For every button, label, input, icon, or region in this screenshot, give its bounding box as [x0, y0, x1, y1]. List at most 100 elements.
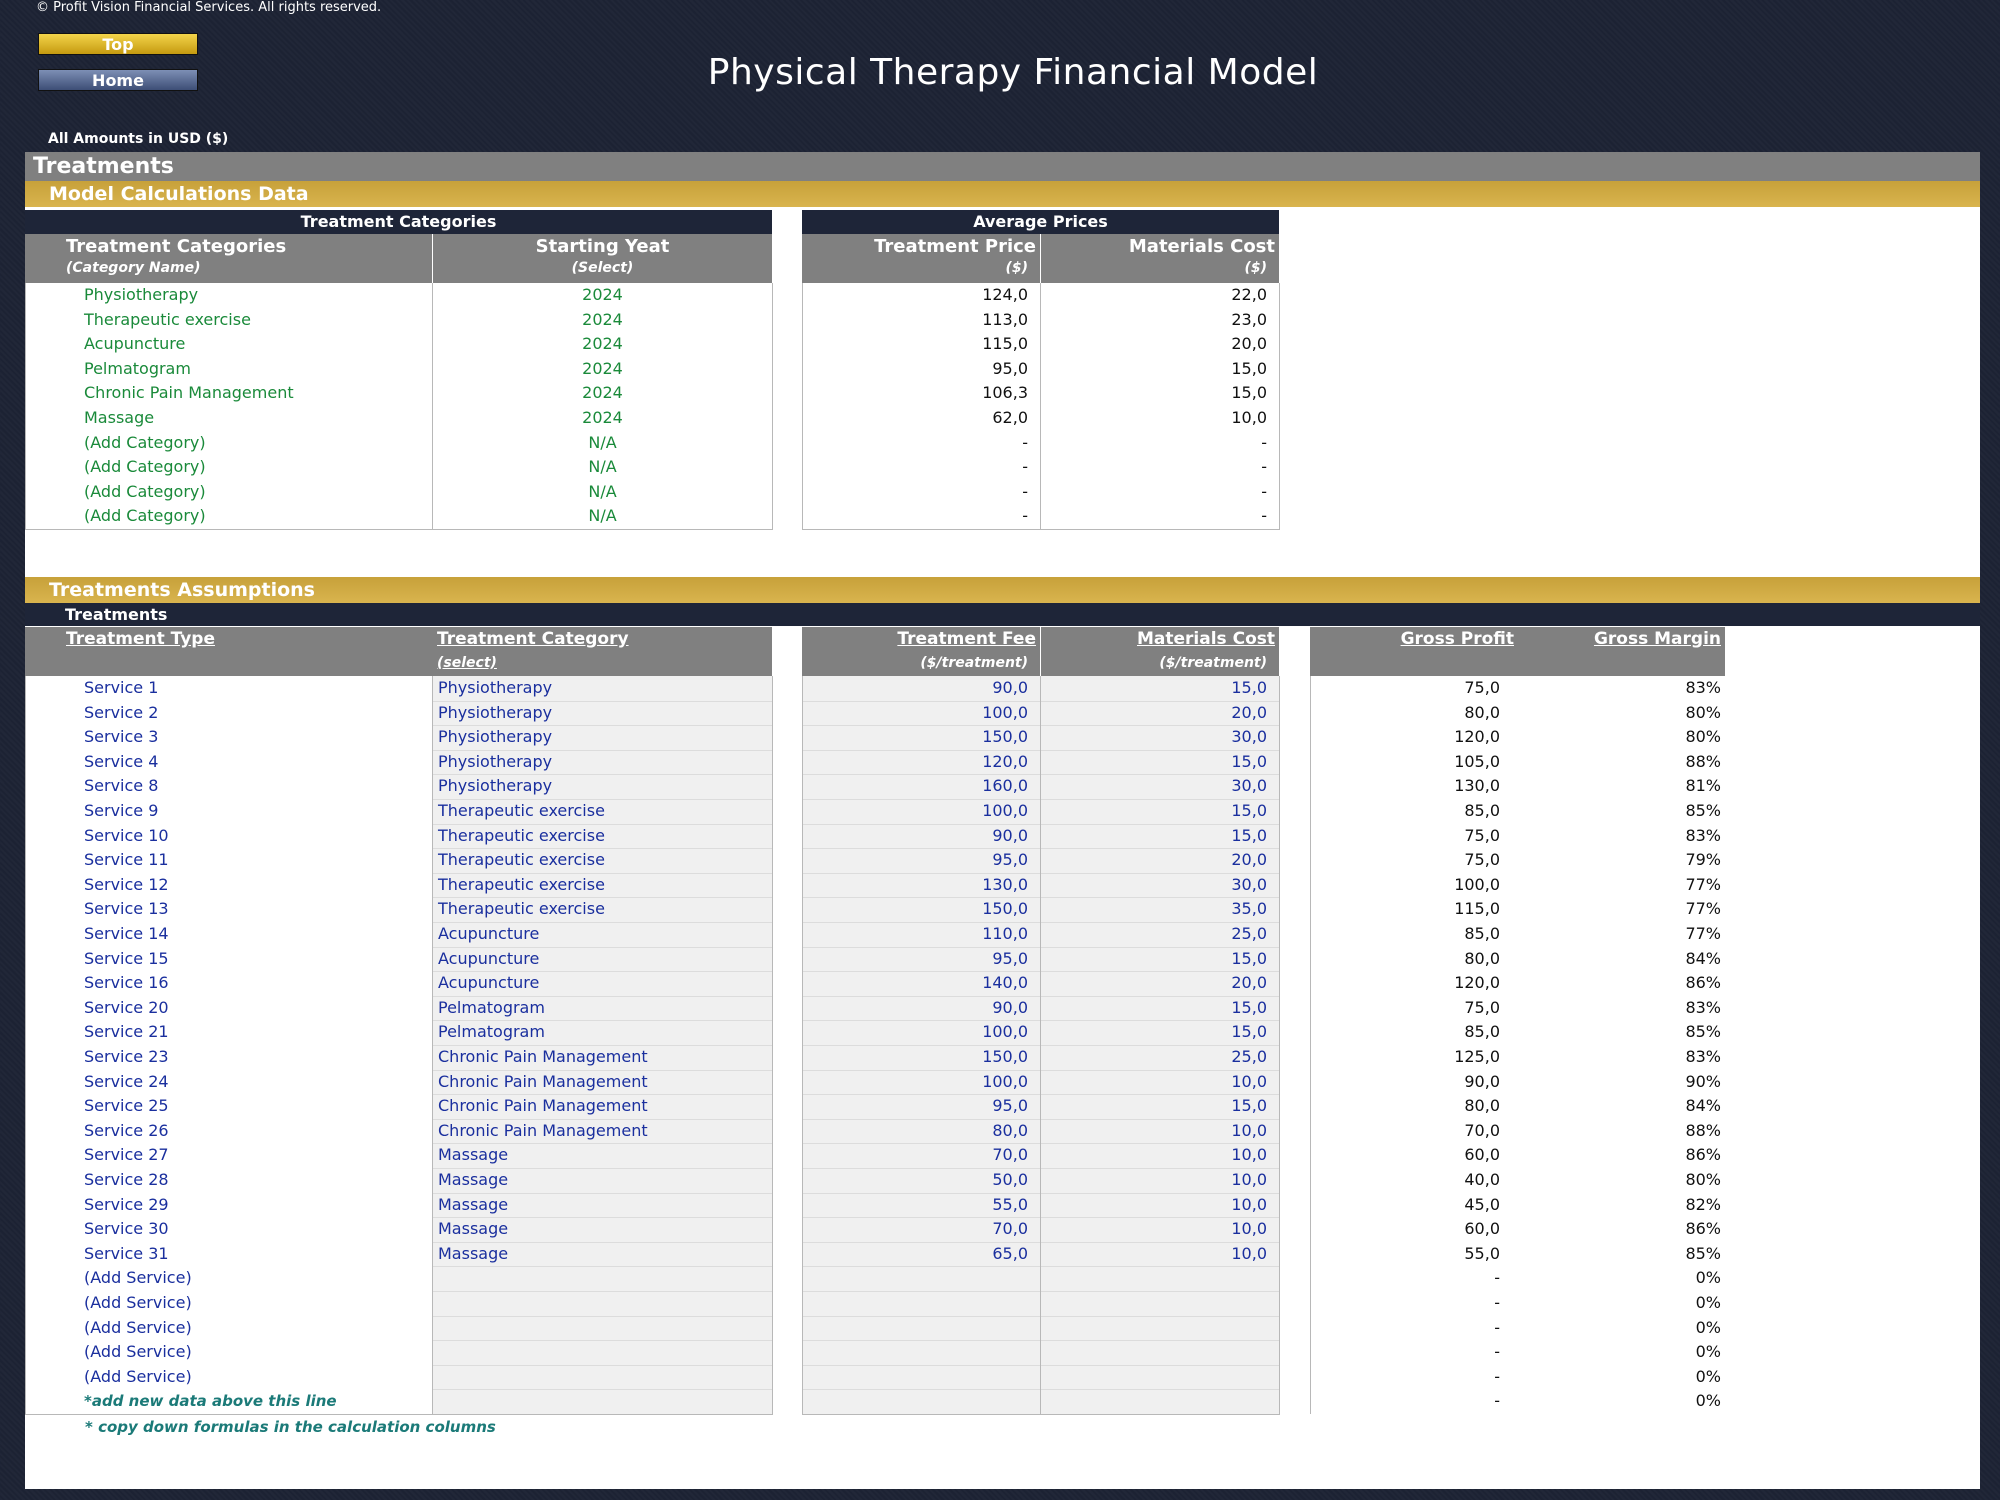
treatment-type-cell[interactable]: Service 24 — [25, 1070, 432, 1095]
treatment-type-cell[interactable]: Service 1 — [25, 676, 432, 701]
treatment-category-cell[interactable]: Physiotherapy — [437, 725, 772, 750]
treatment-type-cell[interactable]: Service 16 — [25, 971, 432, 996]
treatment-category-cell[interactable]: Therapeutic exercise — [437, 799, 772, 824]
treatment-category-cell[interactable]: Massage — [437, 1168, 772, 1193]
starting-year-cell[interactable]: N/A — [433, 480, 772, 505]
treatment-fee-cell[interactable] — [802, 1340, 1040, 1365]
treatment-type-cell[interactable]: Service 14 — [25, 922, 432, 947]
materials-cost-input-cell[interactable] — [1041, 1266, 1279, 1291]
starting-year-cell[interactable]: 2024 — [433, 406, 772, 431]
treatment-type-cell[interactable]: Service 15 — [25, 947, 432, 972]
materials-cost-input-cell[interactable] — [1041, 1365, 1279, 1390]
materials-cost-input-cell[interactable]: 30,0 — [1041, 725, 1279, 750]
treatment-category-cell[interactable]: Acupuncture — [437, 947, 772, 972]
treatment-type-cell[interactable]: Service 30 — [25, 1217, 432, 1242]
treatment-fee-cell[interactable]: 95,0 — [802, 1094, 1040, 1119]
materials-cost-input-cell[interactable] — [1041, 1316, 1279, 1341]
materials-cost-input-cell[interactable]: 20,0 — [1041, 848, 1279, 873]
treatment-type-cell[interactable]: (Add Service) — [25, 1365, 432, 1390]
treatment-category-cell[interactable]: Chronic Pain Management — [437, 1045, 772, 1070]
materials-cost-input-cell[interactable]: 15,0 — [1041, 1020, 1279, 1045]
treatment-category-cell[interactable] — [437, 1340, 772, 1365]
treatment-fee-cell[interactable] — [802, 1266, 1040, 1291]
starting-year-cell[interactable]: N/A — [433, 455, 772, 480]
materials-cost-input-cell[interactable]: 25,0 — [1041, 922, 1279, 947]
treatment-type-cell[interactable]: Service 13 — [25, 897, 432, 922]
treatment-fee-cell[interactable]: 100,0 — [802, 1070, 1040, 1095]
treatment-fee-cell[interactable] — [802, 1365, 1040, 1390]
treatment-type-cell[interactable]: Service 9 — [25, 799, 432, 824]
treatment-fee-cell[interactable] — [802, 1291, 1040, 1316]
treatment-category-cell[interactable]: Chronic Pain Management — [437, 1094, 772, 1119]
treatment-category-cell[interactable]: Physiotherapy — [437, 676, 772, 701]
treatment-type-cell[interactable]: Service 8 — [25, 774, 432, 799]
materials-cost-input-cell[interactable]: 20,0 — [1041, 971, 1279, 996]
treatment-type-cell[interactable]: Service 12 — [25, 873, 432, 898]
materials-cost-input-cell[interactable]: 30,0 — [1041, 774, 1279, 799]
treatment-category-cell[interactable] — [437, 1266, 772, 1291]
starting-year-cell[interactable]: N/A — [433, 504, 772, 529]
treatment-fee-cell[interactable]: 160,0 — [802, 774, 1040, 799]
treatment-category-cell[interactable] — [437, 1316, 772, 1341]
treatment-fee-cell[interactable]: 95,0 — [802, 947, 1040, 972]
treatment-fee-cell[interactable]: 90,0 — [802, 996, 1040, 1021]
treatment-type-cell[interactable]: Service 27 — [25, 1143, 432, 1168]
treatment-category-cell[interactable]: Massage — [437, 1217, 772, 1242]
treatment-fee-cell[interactable]: 100,0 — [802, 1020, 1040, 1045]
treatment-category-cell[interactable]: Acupuncture — [437, 922, 772, 947]
starting-year-cell[interactable]: 2024 — [433, 332, 772, 357]
materials-cost-input-cell[interactable]: 15,0 — [1041, 824, 1279, 849]
materials-cost-input-cell[interactable]: 10,0 — [1041, 1193, 1279, 1218]
treatment-category-cell[interactable]: Physiotherapy — [437, 750, 772, 775]
treatment-type-cell[interactable]: Service 21 — [25, 1020, 432, 1045]
treatment-fee-cell[interactable]: 130,0 — [802, 873, 1040, 898]
treatment-category-cell[interactable]: Pelmatogram — [437, 1020, 772, 1045]
materials-cost-input-cell[interactable]: 20,0 — [1041, 701, 1279, 726]
treatment-type-cell[interactable]: Service 25 — [25, 1094, 432, 1119]
treatment-fee-cell[interactable]: 65,0 — [802, 1242, 1040, 1267]
treatment-type-cell[interactable]: Service 26 — [25, 1119, 432, 1144]
treatment-type-cell[interactable]: Service 23 — [25, 1045, 432, 1070]
category-name-cell[interactable]: Physiotherapy — [25, 283, 432, 308]
materials-cost-input-cell[interactable]: 10,0 — [1041, 1143, 1279, 1168]
treatment-fee-cell[interactable]: 150,0 — [802, 725, 1040, 750]
treatment-fee-cell[interactable]: 80,0 — [802, 1119, 1040, 1144]
category-name-cell[interactable]: Pelmatogram — [25, 357, 432, 382]
treatment-fee-cell[interactable] — [802, 1316, 1040, 1341]
category-name-cell[interactable]: Therapeutic exercise — [25, 308, 432, 333]
treatment-category-cell[interactable]: Physiotherapy — [437, 774, 772, 799]
treatment-category-cell[interactable]: Therapeutic exercise — [437, 824, 772, 849]
treatment-category-cell[interactable]: Acupuncture — [437, 971, 772, 996]
treatment-category-cell[interactable] — [437, 1291, 772, 1316]
starting-year-cell[interactable]: 2024 — [433, 381, 772, 406]
materials-cost-input-cell[interactable] — [1041, 1340, 1279, 1365]
treatment-category-cell[interactable]: Therapeutic exercise — [437, 873, 772, 898]
materials-cost-input-cell[interactable]: 15,0 — [1041, 1094, 1279, 1119]
treatment-category-cell[interactable]: Chronic Pain Management — [437, 1070, 772, 1095]
treatment-category-cell[interactable] — [437, 1365, 772, 1390]
treatment-category-cell[interactable]: Therapeutic exercise — [437, 897, 772, 922]
treatment-fee-cell[interactable]: 150,0 — [802, 897, 1040, 922]
treatment-type-cell[interactable]: (Add Service) — [25, 1266, 432, 1291]
treatment-category-cell[interactable]: Chronic Pain Management — [437, 1119, 772, 1144]
treatment-type-cell[interactable]: (Add Service) — [25, 1291, 432, 1316]
materials-cost-input-cell[interactable]: 15,0 — [1041, 750, 1279, 775]
treatment-category-cell[interactable]: Physiotherapy — [437, 701, 772, 726]
treatment-fee-cell[interactable]: 70,0 — [802, 1143, 1040, 1168]
materials-cost-input-cell[interactable]: 15,0 — [1041, 996, 1279, 1021]
treatment-fee-cell[interactable]: 120,0 — [802, 750, 1040, 775]
materials-cost-input-cell[interactable]: 25,0 — [1041, 1045, 1279, 1070]
treatment-fee-cell[interactable]: 110,0 — [802, 922, 1040, 947]
treatment-type-cell[interactable]: (Add Service) — [25, 1316, 432, 1341]
category-name-cell[interactable]: Massage — [25, 406, 432, 431]
treatment-type-cell[interactable]: (Add Service) — [25, 1340, 432, 1365]
treatment-fee-cell[interactable]: 70,0 — [802, 1217, 1040, 1242]
treatment-type-cell[interactable]: Service 4 — [25, 750, 432, 775]
category-name-cell[interactable]: (Add Category) — [25, 504, 432, 529]
treatment-type-cell[interactable]: Service 31 — [25, 1242, 432, 1267]
treatment-type-cell[interactable]: Service 11 — [25, 848, 432, 873]
treatment-type-cell[interactable]: Service 10 — [25, 824, 432, 849]
treatment-category-cell[interactable]: Therapeutic exercise — [437, 848, 772, 873]
materials-cost-input-cell[interactable]: 30,0 — [1041, 873, 1279, 898]
treatment-type-cell[interactable]: Service 2 — [25, 701, 432, 726]
